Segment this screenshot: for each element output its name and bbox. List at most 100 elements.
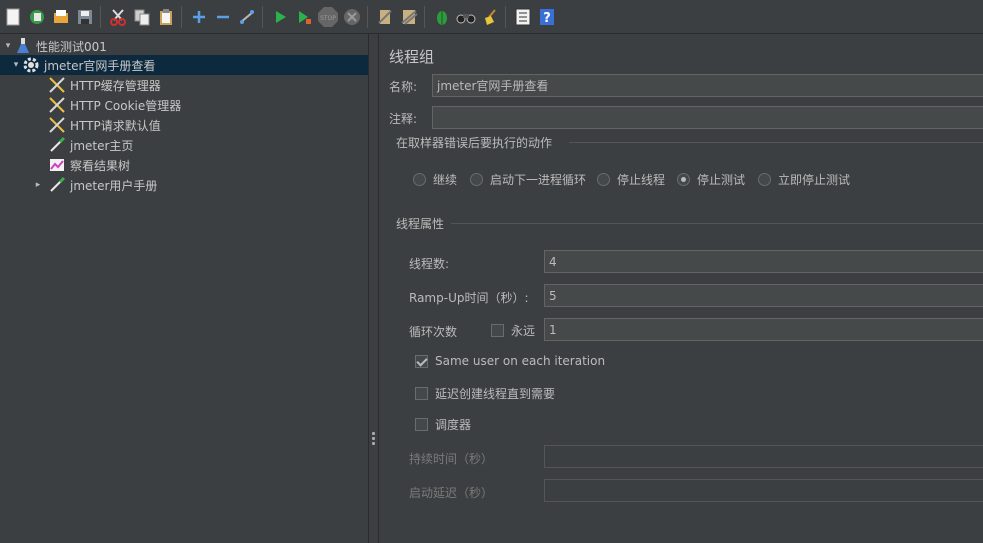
radio-indicator[interactable] [597,173,610,186]
rampup-field[interactable]: 5 [544,284,983,307]
new-icon[interactable] [2,6,24,28]
binoculars-icon[interactable] [455,6,477,28]
listener-chart-icon [48,156,66,174]
search-icon[interactable] [431,6,453,28]
thread-group-gear-icon [22,56,40,74]
toolbar-separator [424,5,425,28]
loop-count-field[interactable]: 1 [544,318,983,341]
checkbox-indicator-checked[interactable] [415,354,428,368]
config-tools-icon [48,76,66,94]
start-icon[interactable] [269,6,291,28]
tree-node-label: jmeter主页 [70,138,134,153]
drag-handle-icon[interactable] [372,432,375,447]
tree-node-http-cookie-manager[interactable]: HTTP Cookie管理器 [48,95,181,115]
clear-all-icon[interactable] [398,6,420,28]
tree-node-http-cache-manager[interactable]: HTTP缓存管理器 [48,75,161,95]
expand-icon[interactable] [188,6,210,28]
radio-stop-test[interactable]: 停止测试 [677,171,745,188]
tree-node-view-results-tree[interactable]: 察看结果树 [48,155,130,175]
toolbar-separator [367,5,368,28]
radio-stop-thread[interactable]: 停止线程 [597,171,665,188]
test-plan-tree: ▾ 性能测试001 ▾ jmeter官网手册查看 HTTP缓存管理器 HTTP … [0,34,369,543]
stop-icon[interactable]: STOP [317,6,339,28]
radio-continue[interactable]: 继续 [413,171,457,188]
tree-node-thread-group[interactable]: ▾ jmeter官网手册查看 [0,55,368,75]
duration-field[interactable] [544,445,983,468]
tree-node-label: jmeter官网手册查看 [44,58,156,73]
checkbox-indicator[interactable] [415,387,428,400]
radio-stop-test-now[interactable]: 立即停止测试 [758,171,850,188]
radio-indicator[interactable] [413,173,426,186]
open-icon[interactable] [50,6,72,28]
radio-start-next-loop[interactable]: 启动下一进程循环 [470,171,586,188]
start-no-pause-icon[interactable] [293,6,315,28]
thread-properties-section-title: 线程属性 [396,217,445,231]
delay-thread-creation-checkbox[interactable]: 延迟创建线程直到需要 [415,385,555,402]
radio-label: 停止测试 [697,173,746,187]
test-plan-icon [14,37,32,55]
checkbox-indicator[interactable] [415,418,428,431]
templates-icon[interactable] [26,6,48,28]
toolbar-separator [100,5,101,28]
config-tools-icon [48,116,66,134]
checkbox-label: 永远 [511,324,536,338]
function-helper-icon[interactable] [512,6,534,28]
expand-toggle-icon[interactable]: ▾ [10,60,22,70]
split-pane-divider[interactable] [369,34,379,543]
startup-delay-field[interactable] [544,479,983,502]
tree-node-http-request-defaults[interactable]: HTTP请求默认值 [48,115,161,135]
radio-label: 立即停止测试 [778,173,851,187]
collapse-icon[interactable] [212,6,234,28]
sampler-pipette-icon [48,136,66,154]
comment-field[interactable] [432,106,983,129]
rampup-label: Ramp-Up时间（秒）: [409,291,529,305]
toggle-icon[interactable] [236,6,258,28]
config-tools-icon [48,96,66,114]
forever-checkbox[interactable]: 永远 [491,322,535,339]
svg-text:?: ? [543,11,551,26]
checkbox-indicator[interactable] [491,324,504,337]
expand-toggle-icon[interactable]: ▸ [32,180,44,190]
page-title: 线程组 [389,48,435,66]
help-icon[interactable]: ? [536,6,558,28]
startup-delay-label: 启动延迟（秒） [409,486,494,500]
name-field[interactable]: jmeter官网手册查看 [432,74,983,97]
duration-label: 持续时间（秒） [409,452,494,466]
broom-icon[interactable] [479,6,501,28]
comment-label: 注释: [389,112,418,126]
tree-node-jmeter-user-manual[interactable]: ▸ jmeter用户手册 [32,175,157,195]
tree-node-label: jmeter用户手册 [70,178,158,193]
same-user-checkbox[interactable]: Same user on each iteration [415,354,605,368]
error-action-section-title: 在取样器错误后要执行的动作 [396,136,553,150]
radio-label: 停止线程 [617,173,666,187]
toolbar-separator [505,5,506,28]
copy-icon[interactable] [131,6,153,28]
section-divider [451,223,983,224]
thread-group-panel: 线程组 名称: jmeter官网手册查看 注释: 在取样器错误后要执行的动作 继… [379,34,983,543]
toolbar-separator [181,5,182,28]
section-divider [569,142,983,143]
scheduler-checkbox[interactable]: 调度器 [415,416,471,433]
expand-toggle-icon[interactable]: ▾ [2,41,14,51]
cut-icon[interactable] [107,6,129,28]
radio-indicator[interactable] [758,173,771,186]
tree-node-label: 察看结果树 [70,158,131,173]
svg-text:STOP: STOP [320,15,336,22]
toolbar-separator [262,5,263,28]
radio-label: 启动下一进程循环 [490,173,587,187]
clear-icon[interactable] [374,6,396,28]
tree-node-test-plan[interactable]: ▾ 性能测试001 [2,36,107,56]
threads-label: 线程数: [409,257,450,271]
name-label: 名称: [389,80,418,94]
sampler-pipette-icon [48,176,66,194]
tree-node-jmeter-home[interactable]: jmeter主页 [48,135,133,155]
paste-icon[interactable] [155,6,177,28]
radio-label: 继续 [433,173,458,187]
radio-indicator-selected[interactable] [677,173,690,186]
save-icon[interactable] [74,6,96,28]
radio-indicator[interactable] [470,173,483,186]
tree-node-label: HTTP Cookie管理器 [70,98,182,113]
tree-node-label: HTTP缓存管理器 [70,78,161,93]
threads-field[interactable]: 4 [544,250,983,273]
shutdown-icon[interactable] [341,6,363,28]
